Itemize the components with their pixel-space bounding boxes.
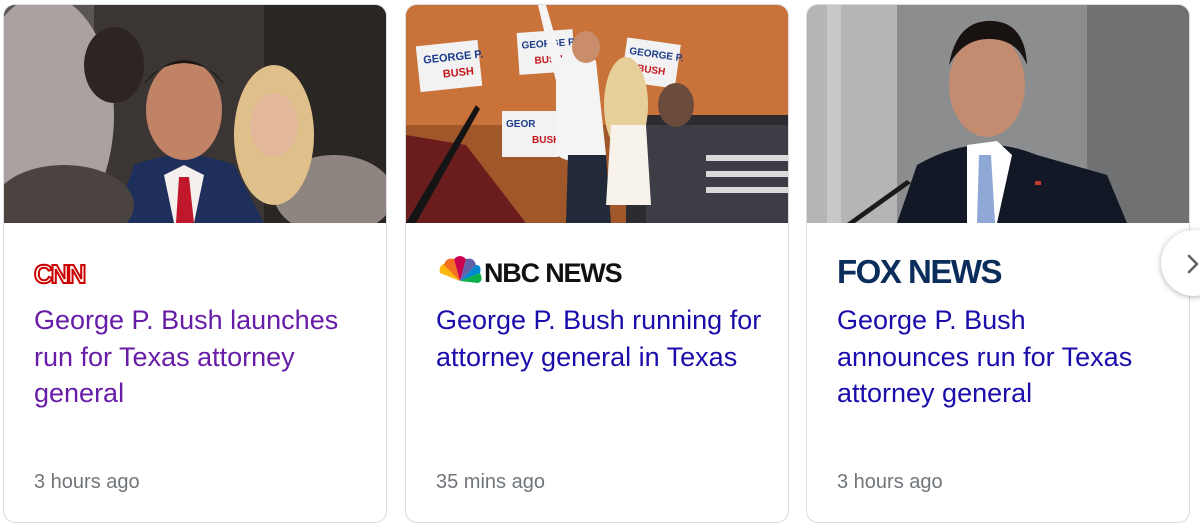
news-thumbnail[interactable] [807, 5, 1189, 223]
news-headline[interactable]: George P. Bush launches run for Texas at… [34, 302, 360, 412]
sign-text: GEOR [506, 119, 536, 130]
news-timestamp: 35 mins ago [436, 471, 545, 493]
news-carousel: CNN George P. Bush launches run for Texa… [0, 0, 1200, 530]
news-card-fox[interactable]: FOX NEWS George P. Bush announces run fo… [806, 4, 1190, 523]
news-card-nbc[interactable]: GEORGE P. BUSH GEORGE P. BUSH GEORGE P. … [405, 4, 789, 523]
news-thumbnail[interactable] [4, 5, 386, 223]
news-headline[interactable]: George P. Bush announces run for Texas a… [837, 302, 1163, 412]
news-timestamp: 3 hours ago [837, 471, 943, 493]
source-name: FOX NEWS [837, 253, 1001, 289]
news-timestamp: 3 hours ago [34, 471, 140, 493]
svg-text:CNN: CNN [34, 259, 86, 289]
nbc-news-logo: NBC NEWS [436, 253, 646, 289]
chevron-right-icon [1187, 254, 1199, 274]
fox-news-logo: FOX NEWS [837, 253, 1037, 290]
source-name: NBC NEWS [484, 258, 622, 288]
cnn-logo: CNN [33, 253, 89, 290]
news-thumbnail[interactable]: GEORGE P. BUSH GEORGE P. BUSH GEORGE P. … [406, 5, 788, 223]
news-headline[interactable]: George P. Bush running for attorney gene… [436, 302, 762, 375]
news-card-cnn[interactable]: CNN George P. Bush launches run for Texa… [3, 4, 387, 523]
